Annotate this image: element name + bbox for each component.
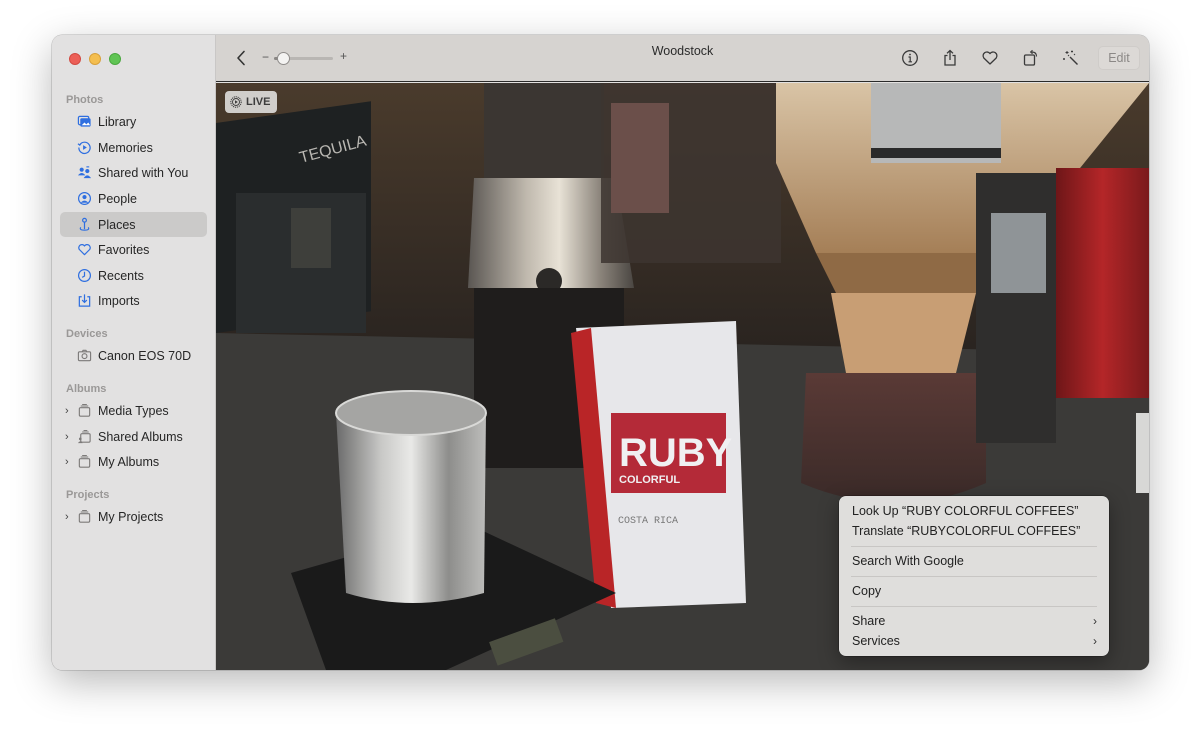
sidebar-item-label: Shared with You bbox=[98, 165, 189, 180]
menu-item-label: Services bbox=[852, 634, 900, 648]
menu-item-services[interactable]: Services › bbox=[839, 631, 1109, 651]
photos-window: Photos Library Memories Shared with You … bbox=[52, 35, 1149, 670]
sidebar-item-label: Memories bbox=[98, 140, 153, 155]
bag-brand-text: RUBY bbox=[619, 431, 733, 475]
context-menu: Look Up “RUBY COLORFUL COFFEES” Translat… bbox=[839, 496, 1109, 656]
heart-icon bbox=[982, 51, 998, 65]
section-title-albums: Albums bbox=[66, 383, 107, 395]
info-icon bbox=[902, 50, 918, 66]
auto-enhance-button[interactable] bbox=[1061, 48, 1081, 68]
close-button[interactable] bbox=[69, 53, 81, 65]
sidebar-item-label: Favorites bbox=[98, 242, 150, 257]
photo-viewer[interactable]: TEQUILA RUBY COLORFUL COSTA RICA LIVE Lo… bbox=[216, 83, 1149, 670]
menu-item-share[interactable]: Share › bbox=[839, 611, 1109, 631]
rotate-button[interactable] bbox=[1021, 48, 1041, 68]
menu-item-label: Search With Google bbox=[852, 554, 964, 568]
sidebar-item-label: Recents bbox=[98, 268, 144, 283]
live-photo-badge[interactable]: LIVE bbox=[225, 91, 278, 113]
library-icon bbox=[76, 114, 92, 130]
sidebar-item-favorites[interactable]: Favorites bbox=[60, 237, 207, 262]
share-button[interactable] bbox=[940, 48, 960, 68]
disclosure-chevron-icon[interactable]: › bbox=[65, 431, 73, 443]
sidebar-item-people[interactable]: People bbox=[60, 186, 207, 211]
sidebar-item-label: Imports bbox=[98, 293, 140, 308]
sidebar-item-library[interactable]: Library bbox=[60, 109, 207, 134]
magic-wand-icon bbox=[1063, 50, 1078, 65]
sidebar-item-shared-albums[interactable]: › Shared Albums bbox=[60, 424, 207, 449]
album-stack-icon bbox=[76, 403, 92, 419]
sidebar-item-my-projects[interactable]: › My Projects bbox=[60, 504, 207, 529]
shared-with-you-icon bbox=[76, 165, 92, 181]
disclosure-chevron-icon[interactable]: › bbox=[65, 456, 73, 468]
sidebar-item-label: Library bbox=[98, 114, 137, 129]
sidebar-item-label: My Projects bbox=[98, 509, 164, 524]
zoom-in-icon[interactable]: + bbox=[340, 49, 347, 63]
menu-item-copy[interactable]: Copy bbox=[839, 581, 1109, 601]
sidebar-item-my-albums[interactable]: › My Albums bbox=[60, 449, 207, 474]
menu-separator bbox=[851, 576, 1097, 577]
bag-origin-text: COSTA RICA bbox=[618, 516, 678, 527]
submenu-chevron-icon: › bbox=[1093, 614, 1097, 628]
sidebar-item-imports[interactable]: Imports bbox=[60, 288, 207, 313]
section-title-photos: Photos bbox=[66, 94, 104, 106]
sidebar-item-label: Canon EOS 70D bbox=[98, 348, 192, 363]
menu-separator bbox=[851, 606, 1097, 607]
shared-album-icon bbox=[76, 429, 92, 445]
sidebar-item-recents[interactable]: Recents bbox=[60, 263, 207, 288]
import-icon bbox=[76, 293, 92, 309]
menu-item-search-with-google[interactable]: Search With Google bbox=[839, 551, 1109, 571]
camera-icon bbox=[76, 348, 92, 364]
favorite-button[interactable] bbox=[980, 48, 1000, 68]
menu-item-translate[interactable]: Translate “RUBYCOLORFUL COFFEES” bbox=[839, 521, 1109, 541]
sidebar-item-label: My Albums bbox=[98, 454, 160, 469]
sidebar-item-label: Media Types bbox=[98, 403, 169, 418]
sidebar-item-label: Shared Albums bbox=[98, 429, 183, 444]
info-button[interactable] bbox=[900, 48, 920, 68]
sidebar-item-canon-eos-70d[interactable]: Canon EOS 70D bbox=[60, 343, 207, 368]
menu-item-label: Translate “RUBYCOLORFUL COFFEES” bbox=[852, 524, 1081, 538]
menu-item-label: Share bbox=[852, 614, 886, 628]
sidebar-item-shared-with-you[interactable]: Shared with You bbox=[60, 160, 207, 185]
disclosure-chevron-icon[interactable]: › bbox=[65, 511, 73, 523]
live-photo-icon bbox=[230, 96, 242, 108]
section-title-devices: Devices bbox=[66, 328, 108, 340]
sidebar-item-places[interactable]: Places bbox=[60, 212, 207, 237]
live-label: LIVE bbox=[246, 96, 271, 108]
heart-icon bbox=[76, 242, 92, 258]
bag-sub-text: COLORFUL bbox=[619, 474, 680, 486]
places-icon bbox=[76, 217, 92, 233]
section-title-projects: Projects bbox=[66, 489, 110, 501]
toolbar: − + Woodstock Edit bbox=[216, 35, 1149, 82]
menu-item-label: Copy bbox=[852, 584, 882, 598]
album-stack-icon bbox=[76, 454, 92, 470]
sidebar-item-memories[interactable]: Memories bbox=[60, 135, 207, 160]
clock-icon bbox=[76, 268, 92, 284]
memories-icon bbox=[76, 140, 92, 156]
back-button[interactable] bbox=[234, 48, 248, 68]
submenu-chevron-icon: › bbox=[1093, 634, 1097, 648]
menu-item-label: Look Up “RUBY COLORFUL COFFEES” bbox=[852, 504, 1079, 518]
menu-item-look-up[interactable]: Look Up “RUBY COLORFUL COFFEES” bbox=[839, 501, 1109, 521]
window-controls bbox=[69, 53, 121, 65]
sidebar-item-media-types[interactable]: › Media Types bbox=[60, 398, 207, 423]
zoom-slider-knob[interactable] bbox=[276, 52, 290, 65]
sidebar-item-label: Places bbox=[98, 217, 136, 232]
people-icon bbox=[76, 191, 92, 207]
disclosure-chevron-icon[interactable]: › bbox=[65, 405, 73, 417]
zoom-slider[interactable] bbox=[274, 52, 333, 65]
chevron-left-icon bbox=[237, 50, 245, 66]
menu-separator bbox=[851, 546, 1097, 547]
zoom-window-button[interactable] bbox=[109, 53, 121, 65]
album-stack-icon bbox=[76, 509, 92, 525]
minimize-button[interactable] bbox=[89, 53, 101, 65]
zoom-out-icon[interactable]: − bbox=[262, 50, 269, 64]
rotate-icon bbox=[1023, 49, 1038, 66]
sidebar: Photos Library Memories Shared with You … bbox=[52, 35, 216, 670]
edit-button[interactable]: Edit bbox=[1098, 46, 1140, 70]
share-icon bbox=[944, 49, 956, 66]
window-title: Woodstock bbox=[651, 44, 714, 58]
sidebar-item-label: People bbox=[98, 191, 137, 206]
